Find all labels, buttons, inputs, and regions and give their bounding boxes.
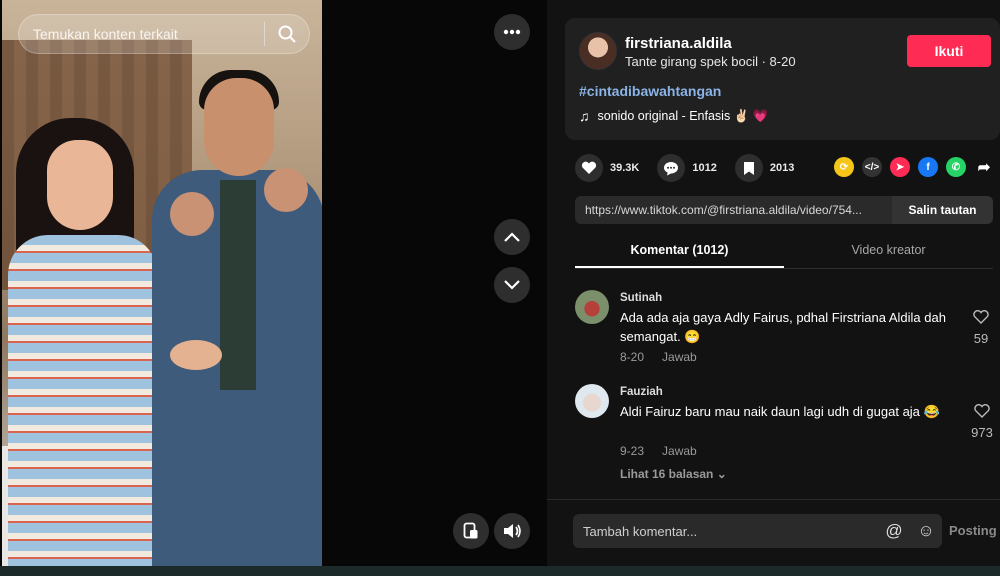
tab-bar: Komentar (1012) Video kreator [575,236,993,269]
emoji-icon[interactable]: ☺ [910,514,942,548]
chevron-up-icon[interactable] [494,219,530,255]
comment-count: 1012 [692,162,717,174]
comment-like[interactable]: 973 [967,404,997,440]
send-icon[interactable]: ➤ [890,157,910,177]
share-arrow-icon[interactable]: ➦ [974,157,994,177]
comment-bar: @ ☺ Posting [547,499,1000,566]
follow-button[interactable]: Ikuti [907,35,991,67]
comment-like-count: 59 [973,331,989,346]
video-person-b-face [204,78,274,176]
video-person-b-shirt [220,180,256,390]
video-zone [0,0,547,566]
comment-action[interactable]: 1012 [657,154,717,182]
search-icon[interactable] [265,14,309,54]
video-person-a [8,235,158,566]
search-input[interactable] [19,26,264,42]
comment-text: Aldi Fairuz baru mau naik daun lagi udh … [620,404,940,419]
share-row: ⟳ </> ➤ f ✆ ➦ [834,157,994,177]
comment-meta: 9-23 Jawab [620,444,697,458]
more-icon[interactable] [494,14,530,50]
search-bar [18,14,310,54]
hashtag-link[interactable]: #cintadibawahtangan [579,83,721,99]
repost-icon[interactable]: ⟳ [834,157,854,177]
save-count: 2013 [769,162,795,174]
video-link: https://www.tiktok.com/@firstriana.aldil… [585,203,862,217]
tab-creator-videos[interactable]: Video kreator [784,236,993,268]
heart-icon[interactable] [575,154,603,182]
avatar[interactable] [575,384,609,418]
copy-link-row: https://www.tiktok.com/@firstriana.aldil… [575,196,993,224]
chevron-down-icon: ⌄ [716,467,727,481]
heart-outline-icon[interactable] [973,310,989,324]
view-replies-link[interactable]: Lihat 16 balasan ⌄ [620,467,727,481]
heart-outline-icon[interactable] [974,404,990,418]
author-subtitle: Tante girang spek bocil · 8-20 [625,54,796,69]
facebook-icon[interactable]: f [918,157,938,177]
tab-comments[interactable]: Komentar (1012) [575,236,784,268]
comment-author[interactable]: Fauziah [620,386,663,398]
comment-meta: 8-20 Jawab [620,350,697,364]
music-title: sonido original - Enfasis ✌🏻 💗 [597,108,769,123]
author-username[interactable]: firstriana.aldila [625,35,732,52]
os-taskbar [0,566,1000,576]
like-action[interactable]: 39.3K [575,154,639,182]
video-hand [264,168,308,212]
video-hand [170,340,222,370]
music-row[interactable]: ♫ sonido original - Enfasis ✌🏻 💗 [579,108,768,124]
video-hand [170,192,214,236]
pip-icon[interactable] [453,513,489,549]
video-person-a-face [47,140,113,230]
reply-link[interactable]: Jawab [662,350,697,364]
embed-icon[interactable]: </> [862,157,882,177]
comment-like[interactable]: 59 [969,310,993,346]
chevron-down-icon[interactable] [494,267,530,303]
reply-link[interactable]: Jawab [662,444,697,458]
comment-input-wrap: @ ☺ [573,514,942,548]
comment-input[interactable] [573,523,878,539]
comment-icon[interactable] [657,154,686,182]
save-action[interactable]: 2013 [734,154,795,182]
action-bar: 39.3K 1012 2013 [575,153,812,183]
tiktok-video-page: firstriana.aldila Tante girang spek boci… [0,0,1000,576]
comment-text: Ada ada aja gaya Adly Fairus, pdhal Firs… [620,310,946,344]
video-player[interactable] [2,0,322,566]
like-count: 39.3K [610,162,640,174]
volume-icon[interactable] [494,513,530,549]
comment-date: 8-20 [620,350,645,364]
music-note-icon: ♫ [579,108,590,124]
author-avatar[interactable] [579,32,617,70]
mention-icon[interactable]: @ [878,514,910,548]
comment-author[interactable]: Sutinah [620,292,662,304]
bookmark-icon[interactable] [734,154,763,182]
copy-link-button[interactable]: Salin tautan [892,196,993,224]
avatar[interactable] [575,290,609,324]
comment-date: 9-23 [620,444,645,458]
comment-like-count: 973 [971,425,993,440]
post-button[interactable]: Posting [949,523,997,538]
author-card: firstriana.aldila Tante girang spek boci… [565,18,1000,140]
details-panel: firstriana.aldila Tante girang spek boci… [547,0,1000,566]
view-replies-label: Lihat 16 balasan [620,467,714,481]
whatsapp-icon[interactable]: ✆ [946,157,966,177]
